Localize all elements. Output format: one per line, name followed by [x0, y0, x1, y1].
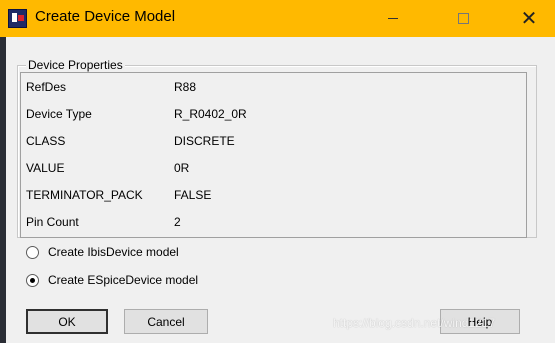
minimize-button[interactable] — [370, 0, 416, 37]
properties-table: RefDes R88 Device Type R_R0402_0R CLASS … — [20, 72, 527, 238]
property-label: Device Type — [26, 107, 92, 121]
property-value: 2 — [174, 215, 181, 229]
maximize-icon — [457, 13, 469, 24]
maximize-button[interactable] — [440, 0, 486, 37]
property-row: Device Type R_R0402_0R — [21, 100, 526, 127]
property-row: RefDes R88 — [21, 73, 526, 100]
property-row: Pin Count 2 — [21, 208, 526, 235]
option-label: Create ESpiceDevice model — [48, 273, 199, 287]
title-bar: Create Device Model ✕ — [0, 0, 555, 37]
property-label: RefDes — [26, 80, 67, 94]
close-icon: ✕ — [520, 7, 538, 30]
property-label: TERMINATOR_PACK — [26, 188, 143, 202]
property-value: R_R0402_0R — [174, 107, 247, 121]
property-value: FALSE — [174, 188, 212, 202]
ok-button[interactable]: OK — [26, 309, 108, 334]
property-label: Pin Count — [26, 215, 79, 229]
espice-model-option[interactable]: Create ESpiceDevice model — [26, 271, 198, 289]
property-label: VALUE — [26, 161, 65, 175]
help-button[interactable]: Help — [440, 309, 520, 334]
window-title: Create Device Model — [35, 8, 176, 25]
property-row: CLASS DISCRETE — [21, 127, 526, 154]
cancel-button[interactable]: Cancel — [124, 309, 208, 334]
close-button[interactable]: ✕ — [506, 0, 552, 37]
property-row: VALUE 0R — [21, 154, 526, 181]
property-value: R88 — [174, 80, 197, 94]
app-icon — [8, 9, 27, 28]
minimize-icon — [388, 18, 398, 19]
property-value: 0R — [174, 161, 190, 175]
radio-button[interactable] — [26, 273, 39, 287]
ibis-model-option[interactable]: Create IbisDevice model — [26, 243, 179, 261]
property-row: TERMINATOR_PACK FALSE — [21, 181, 526, 208]
property-label: CLASS — [26, 134, 66, 148]
option-label: Create IbisDevice model — [48, 245, 179, 259]
radio-button[interactable] — [26, 245, 39, 259]
group-legend: Device Properties — [26, 58, 125, 72]
property-value: DISCRETE — [174, 134, 235, 148]
